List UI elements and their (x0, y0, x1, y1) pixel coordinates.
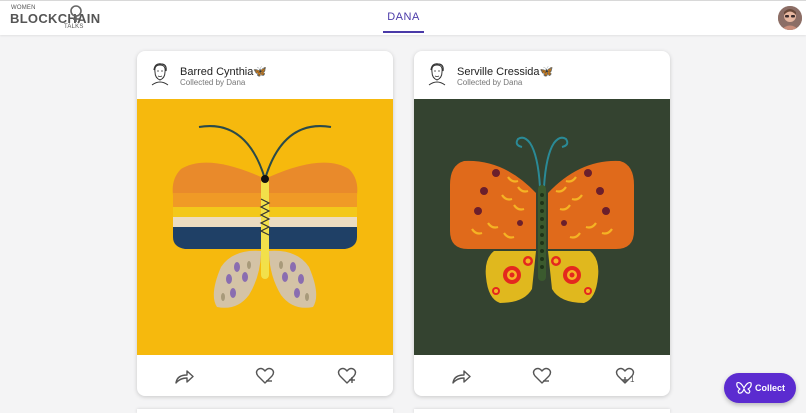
logo-bottom-text: TALKS (64, 24, 84, 30)
heart-count: 1 (630, 375, 635, 384)
collect-button[interactable]: Collect (724, 373, 796, 403)
collected-by: Collected by Dana (457, 78, 523, 87)
logo[interactable]: WOMEN BLOCKCHAIN TALKS (10, 5, 100, 31)
logo-icon (70, 5, 82, 22)
profile-sketch-icon (149, 62, 171, 86)
heart-minus-icon[interactable] (531, 366, 553, 386)
share-icon[interactable] (450, 366, 472, 386)
card-title: Serville Cressida🦋 (457, 65, 553, 78)
heart-plus-icon[interactable]: 1 (614, 366, 636, 386)
nft-card-barred-cynthia[interactable]: Barred Cynthia🦋 Collected by Dana (137, 51, 393, 396)
card-actions (137, 355, 393, 396)
collect-button-label: Collect (755, 383, 786, 393)
butterfly-emoji: 🦋 (539, 66, 554, 78)
collected-by: Collected by Dana (180, 78, 246, 87)
card-header: Barred Cynthia🦋 Collected by Dana (137, 51, 393, 99)
logo-main-text: BLOCKCHAIN (10, 11, 101, 26)
tab-dana[interactable]: DANA (383, 1, 424, 33)
avatar[interactable] (778, 6, 802, 30)
profile-sketch-icon (426, 62, 448, 86)
butterfly-icon (736, 381, 752, 394)
card-actions: 1 (414, 355, 670, 396)
share-icon[interactable] (173, 366, 195, 386)
nft-card-serville-cressida[interactable]: Serville Cressida🦋 Collected by Dana 1 (414, 51, 670, 396)
nft-artwork-barred-cynthia[interactable] (137, 99, 393, 355)
next-card-edge (137, 409, 393, 413)
top-bar: WOMEN BLOCKCHAIN TALKS DANA (0, 0, 806, 35)
card-header: Serville Cressida🦋 Collected by Dana (414, 51, 670, 99)
card-title-text: Barred Cynthia (180, 66, 254, 78)
butterfly-emoji: 🦋 (253, 66, 268, 78)
heart-minus-icon[interactable] (254, 366, 276, 386)
nft-artwork-serville-cressida[interactable] (414, 99, 670, 355)
next-card-edge (414, 409, 670, 413)
card-title-text: Serville Cressida (457, 66, 540, 78)
heart-plus-icon[interactable] (336, 366, 358, 386)
card-title: Barred Cynthia🦋 (180, 65, 267, 78)
